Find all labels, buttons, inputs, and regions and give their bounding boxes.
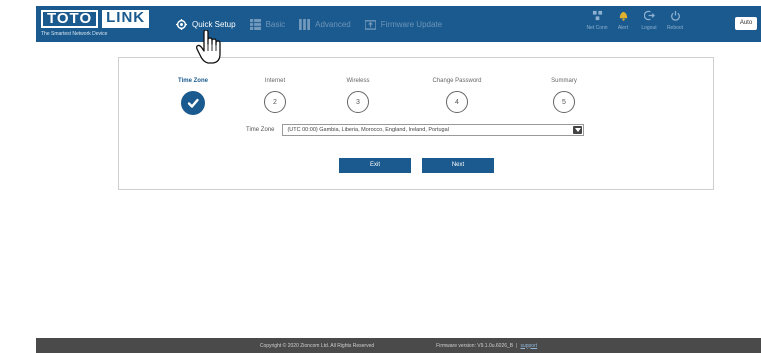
logout-icon	[643, 10, 655, 21]
logout-button[interactable]: Logout	[638, 10, 660, 31]
step-label: Summary	[551, 78, 577, 84]
check-icon	[181, 91, 205, 115]
nav-firmware-update[interactable]: Firmware Update	[364, 6, 443, 42]
power-icon	[670, 10, 680, 21]
reboot-label: Reboot	[666, 25, 684, 31]
quick-setup-panel: Time Zone Internet 2 Wireless 3 Change P…	[118, 57, 714, 190]
network-icon	[592, 10, 602, 21]
reboot-button[interactable]: Reboot	[664, 10, 686, 31]
chevron-down-icon	[573, 126, 583, 134]
step-number: 5	[553, 91, 575, 113]
time-zone-label: Time Zone	[246, 127, 275, 133]
language-select[interactable]: Auto	[735, 17, 757, 30]
alert-label: Alert	[617, 25, 629, 31]
step-label: Internet	[264, 78, 286, 84]
step-label: Time Zone	[178, 78, 208, 84]
step-number: 2	[264, 91, 286, 113]
totolink-logo[interactable]: TOTO LINK The Smartest Network Device	[41, 10, 163, 38]
gear-icon	[176, 18, 187, 30]
upload-icon	[364, 19, 376, 30]
logo-wordmark: TOTO LINK	[41, 10, 163, 28]
firmware-version: Firmware version: V9.1.0u.6026_B	[436, 342, 514, 349]
next-button[interactable]: Next	[422, 158, 494, 173]
logo-slogan: The Smartest Network Device	[41, 31, 108, 37]
main-nav: Quick Setup Basic Advanced Firmware Upda…	[176, 6, 456, 42]
step-label: Change Password	[432, 78, 482, 84]
nav-firmware-update-label: Firmware Update	[380, 19, 443, 29]
nav-quick-setup-label: Quick Setup	[192, 19, 236, 29]
bars-icon	[299, 18, 311, 30]
header-tools: Net Conn Alert Logout Reboot	[586, 10, 690, 31]
alert-button[interactable]: Alert	[612, 10, 634, 31]
support-link[interactable]: support	[520, 343, 537, 349]
step-number: 4	[446, 91, 468, 113]
logout-label: Logout	[641, 25, 657, 31]
step-number: 3	[347, 91, 369, 113]
time-zone-select[interactable]: (UTC 00:00) Gambia, Liberia, Morocco, En…	[282, 124, 585, 136]
grid-icon	[249, 18, 261, 30]
time-zone-row: Time Zone (UTC 00:00) Gambia, Liberia, M…	[246, 124, 585, 136]
step-label: Wireless	[346, 78, 370, 84]
page-footer: Copyright © 2020 Zioncom Ltd. All Rights…	[36, 338, 761, 353]
nav-quick-setup[interactable]: Quick Setup	[176, 6, 236, 42]
step-change-password[interactable]: Change Password 4	[417, 78, 497, 113]
nav-advanced[interactable]: Advanced	[299, 6, 351, 42]
logo-brand-right: LINK	[102, 10, 150, 28]
bell-icon	[619, 11, 627, 21]
footer-separator: |	[516, 342, 518, 349]
nav-basic[interactable]: Basic	[249, 6, 286, 42]
time-zone-value: (UTC 00:00) Gambia, Liberia, Morocco, En…	[287, 127, 449, 133]
logo-brand-left: TOTO	[41, 10, 99, 28]
copyright-text: Copyright © 2020 Zioncom Ltd. All Rights…	[259, 342, 375, 349]
top-header: TOTO LINK The Smartest Network Device Qu…	[36, 6, 761, 42]
net-conn-label: Net Conn	[586, 25, 608, 31]
exit-button[interactable]: Exit	[339, 158, 411, 173]
step-wireless[interactable]: Wireless 3	[318, 78, 398, 113]
net-conn-button[interactable]: Net Conn	[586, 10, 608, 31]
nav-advanced-label: Advanced	[315, 19, 351, 29]
nav-basic-label: Basic	[265, 19, 286, 29]
step-time-zone[interactable]: Time Zone	[153, 78, 233, 115]
step-summary[interactable]: Summary 5	[524, 78, 604, 113]
step-internet[interactable]: Internet 2	[235, 78, 315, 113]
